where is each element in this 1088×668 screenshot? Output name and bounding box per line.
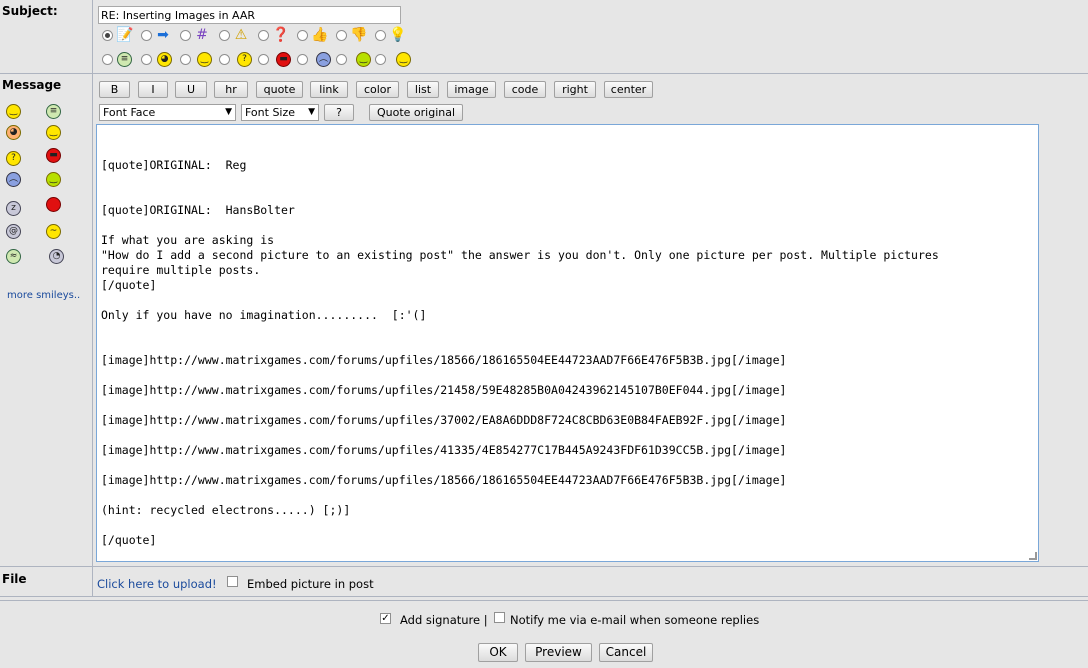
hr-button[interactable]: hr xyxy=(214,81,248,98)
chevron-down-icon: ▼ xyxy=(225,107,232,117)
message-textarea[interactable]: [quote]ORIGINAL: Reg [quote]ORIGINAL: Ha… xyxy=(96,124,1039,562)
grin-smiley-icon[interactable]: ≡ xyxy=(46,104,61,119)
dizzy-smiley-icon[interactable]: @ xyxy=(6,224,21,239)
image-button[interactable]: image xyxy=(447,81,496,98)
smile-smiley-icon[interactable]: ‿ xyxy=(6,104,21,119)
post-icon-radio-10[interactable] xyxy=(141,54,152,65)
quote-button[interactable]: quote xyxy=(256,81,303,98)
post-icon-radio-5[interactable] xyxy=(258,30,269,41)
angry-smiley-icon[interactable]: ▬ xyxy=(46,148,61,163)
post-icon-radio-1[interactable] xyxy=(102,30,113,41)
sick-smiley-icon[interactable]: ≈ xyxy=(6,249,21,264)
add-signature-checkbox[interactable]: ✓ xyxy=(380,613,391,624)
post-icon-radio-12[interactable] xyxy=(219,54,230,65)
post-icon-radio-14[interactable] xyxy=(297,54,308,65)
preview-button[interactable]: Preview xyxy=(525,643,592,662)
post-icon-radio-6[interactable] xyxy=(297,30,308,41)
message-label: Message xyxy=(2,78,62,92)
post-icon-radio-2[interactable] xyxy=(141,30,152,41)
color-button[interactable]: color xyxy=(356,81,399,98)
sad-smiley-icon: ︵ xyxy=(316,52,331,67)
happy-smiley-icon[interactable]: ‿ xyxy=(46,172,61,187)
post-icon-radio-9[interactable] xyxy=(102,54,113,65)
hash-icon: # xyxy=(196,27,208,43)
notify-checkbox[interactable] xyxy=(494,612,505,623)
post-icon-radio-11[interactable] xyxy=(180,54,191,65)
post-icon-radio-4[interactable] xyxy=(219,30,230,41)
bold-button[interactable]: B xyxy=(99,81,130,98)
warning-icon: ⚠ xyxy=(234,27,248,43)
add-signature-label: Add signature | xyxy=(400,613,488,627)
subject-label: Subject: xyxy=(2,4,58,18)
post-icon-radio-3[interactable] xyxy=(180,30,191,41)
divider-options xyxy=(0,600,1088,601)
italic-button[interactable]: I xyxy=(138,81,168,98)
link-button[interactable]: link xyxy=(310,81,348,98)
post-icon-radio-16[interactable] xyxy=(375,54,386,65)
sad-smiley-icon[interactable]: ︵ xyxy=(6,172,21,187)
embed-picture-checkbox[interactable] xyxy=(227,576,238,587)
list-button[interactable]: list xyxy=(407,81,439,98)
lightbulb-icon: 💡 xyxy=(389,27,407,43)
post-icon-radio-15[interactable] xyxy=(336,54,347,65)
resize-grip-icon[interactable] xyxy=(1029,552,1037,560)
underline-button[interactable]: U xyxy=(175,81,207,98)
divider-file xyxy=(0,596,1088,597)
question-icon: ❓ xyxy=(272,27,290,43)
sleepy-smiley-icon[interactable]: z xyxy=(6,201,21,216)
divider-message xyxy=(0,566,1088,567)
font-face-value: Font Face xyxy=(103,106,156,119)
font-size-select[interactable]: Font Size ▼ xyxy=(241,104,319,121)
help-button[interactable]: ? xyxy=(324,104,354,121)
red-smiley-icon[interactable] xyxy=(46,197,61,212)
file-label: File xyxy=(2,572,27,586)
confused-smiley-icon: ? xyxy=(237,52,252,67)
embed-picture-label: Embed picture in post xyxy=(247,577,374,591)
happy-smiley-icon: ‿ xyxy=(356,52,371,67)
subject-input[interactable] xyxy=(98,6,401,24)
note-icon: 📝 xyxy=(116,27,134,43)
center-button[interactable]: center xyxy=(604,81,653,98)
right-button[interactable]: right xyxy=(554,81,596,98)
code-button[interactable]: code xyxy=(504,81,546,98)
cool-smiley-icon[interactable]: ◕ xyxy=(6,125,21,140)
thinking-smiley-icon[interactable]: ~ xyxy=(46,224,61,239)
smile-smiley-2-icon: ‿ xyxy=(396,52,411,67)
font-face-select[interactable]: Font Face ▼ xyxy=(99,104,236,121)
post-icon-radio-7[interactable] xyxy=(336,30,347,41)
angry-smiley-icon: ▬ xyxy=(276,52,291,67)
cancel-button[interactable]: Cancel xyxy=(599,643,653,662)
post-icon-radio-13[interactable] xyxy=(258,54,269,65)
smile-smiley-icon: ‿ xyxy=(197,52,212,67)
smile-smiley-2-icon[interactable]: ‿ xyxy=(46,125,61,140)
thumbs-up-icon: 👍 xyxy=(311,27,329,43)
message-text: [quote]ORIGINAL: Reg [quote]ORIGINAL: Ha… xyxy=(101,158,939,547)
post-icon-radio-8[interactable] xyxy=(375,30,386,41)
quote-original-button[interactable]: Quote original xyxy=(369,104,463,121)
shy-smiley-icon[interactable]: ◔ xyxy=(49,249,64,264)
notify-label: Notify me via e-mail when someone replie… xyxy=(510,613,760,627)
grin-smiley-icon: ≡ xyxy=(117,52,132,67)
cool-smiley-icon: ◕ xyxy=(157,52,172,67)
arrow-right-icon: ➡ xyxy=(157,27,169,43)
font-size-value: Font Size xyxy=(245,106,296,119)
thumbs-down-icon: 👎 xyxy=(350,27,368,43)
ok-button[interactable]: OK xyxy=(478,643,518,662)
confused-smiley-icon[interactable]: ? xyxy=(6,151,21,166)
upload-link[interactable]: Click here to upload! xyxy=(97,577,217,591)
chevron-down-icon: ▼ xyxy=(308,107,315,117)
more-smileys-link[interactable]: more smileys.. xyxy=(7,290,80,301)
divider-subject xyxy=(0,73,1088,74)
